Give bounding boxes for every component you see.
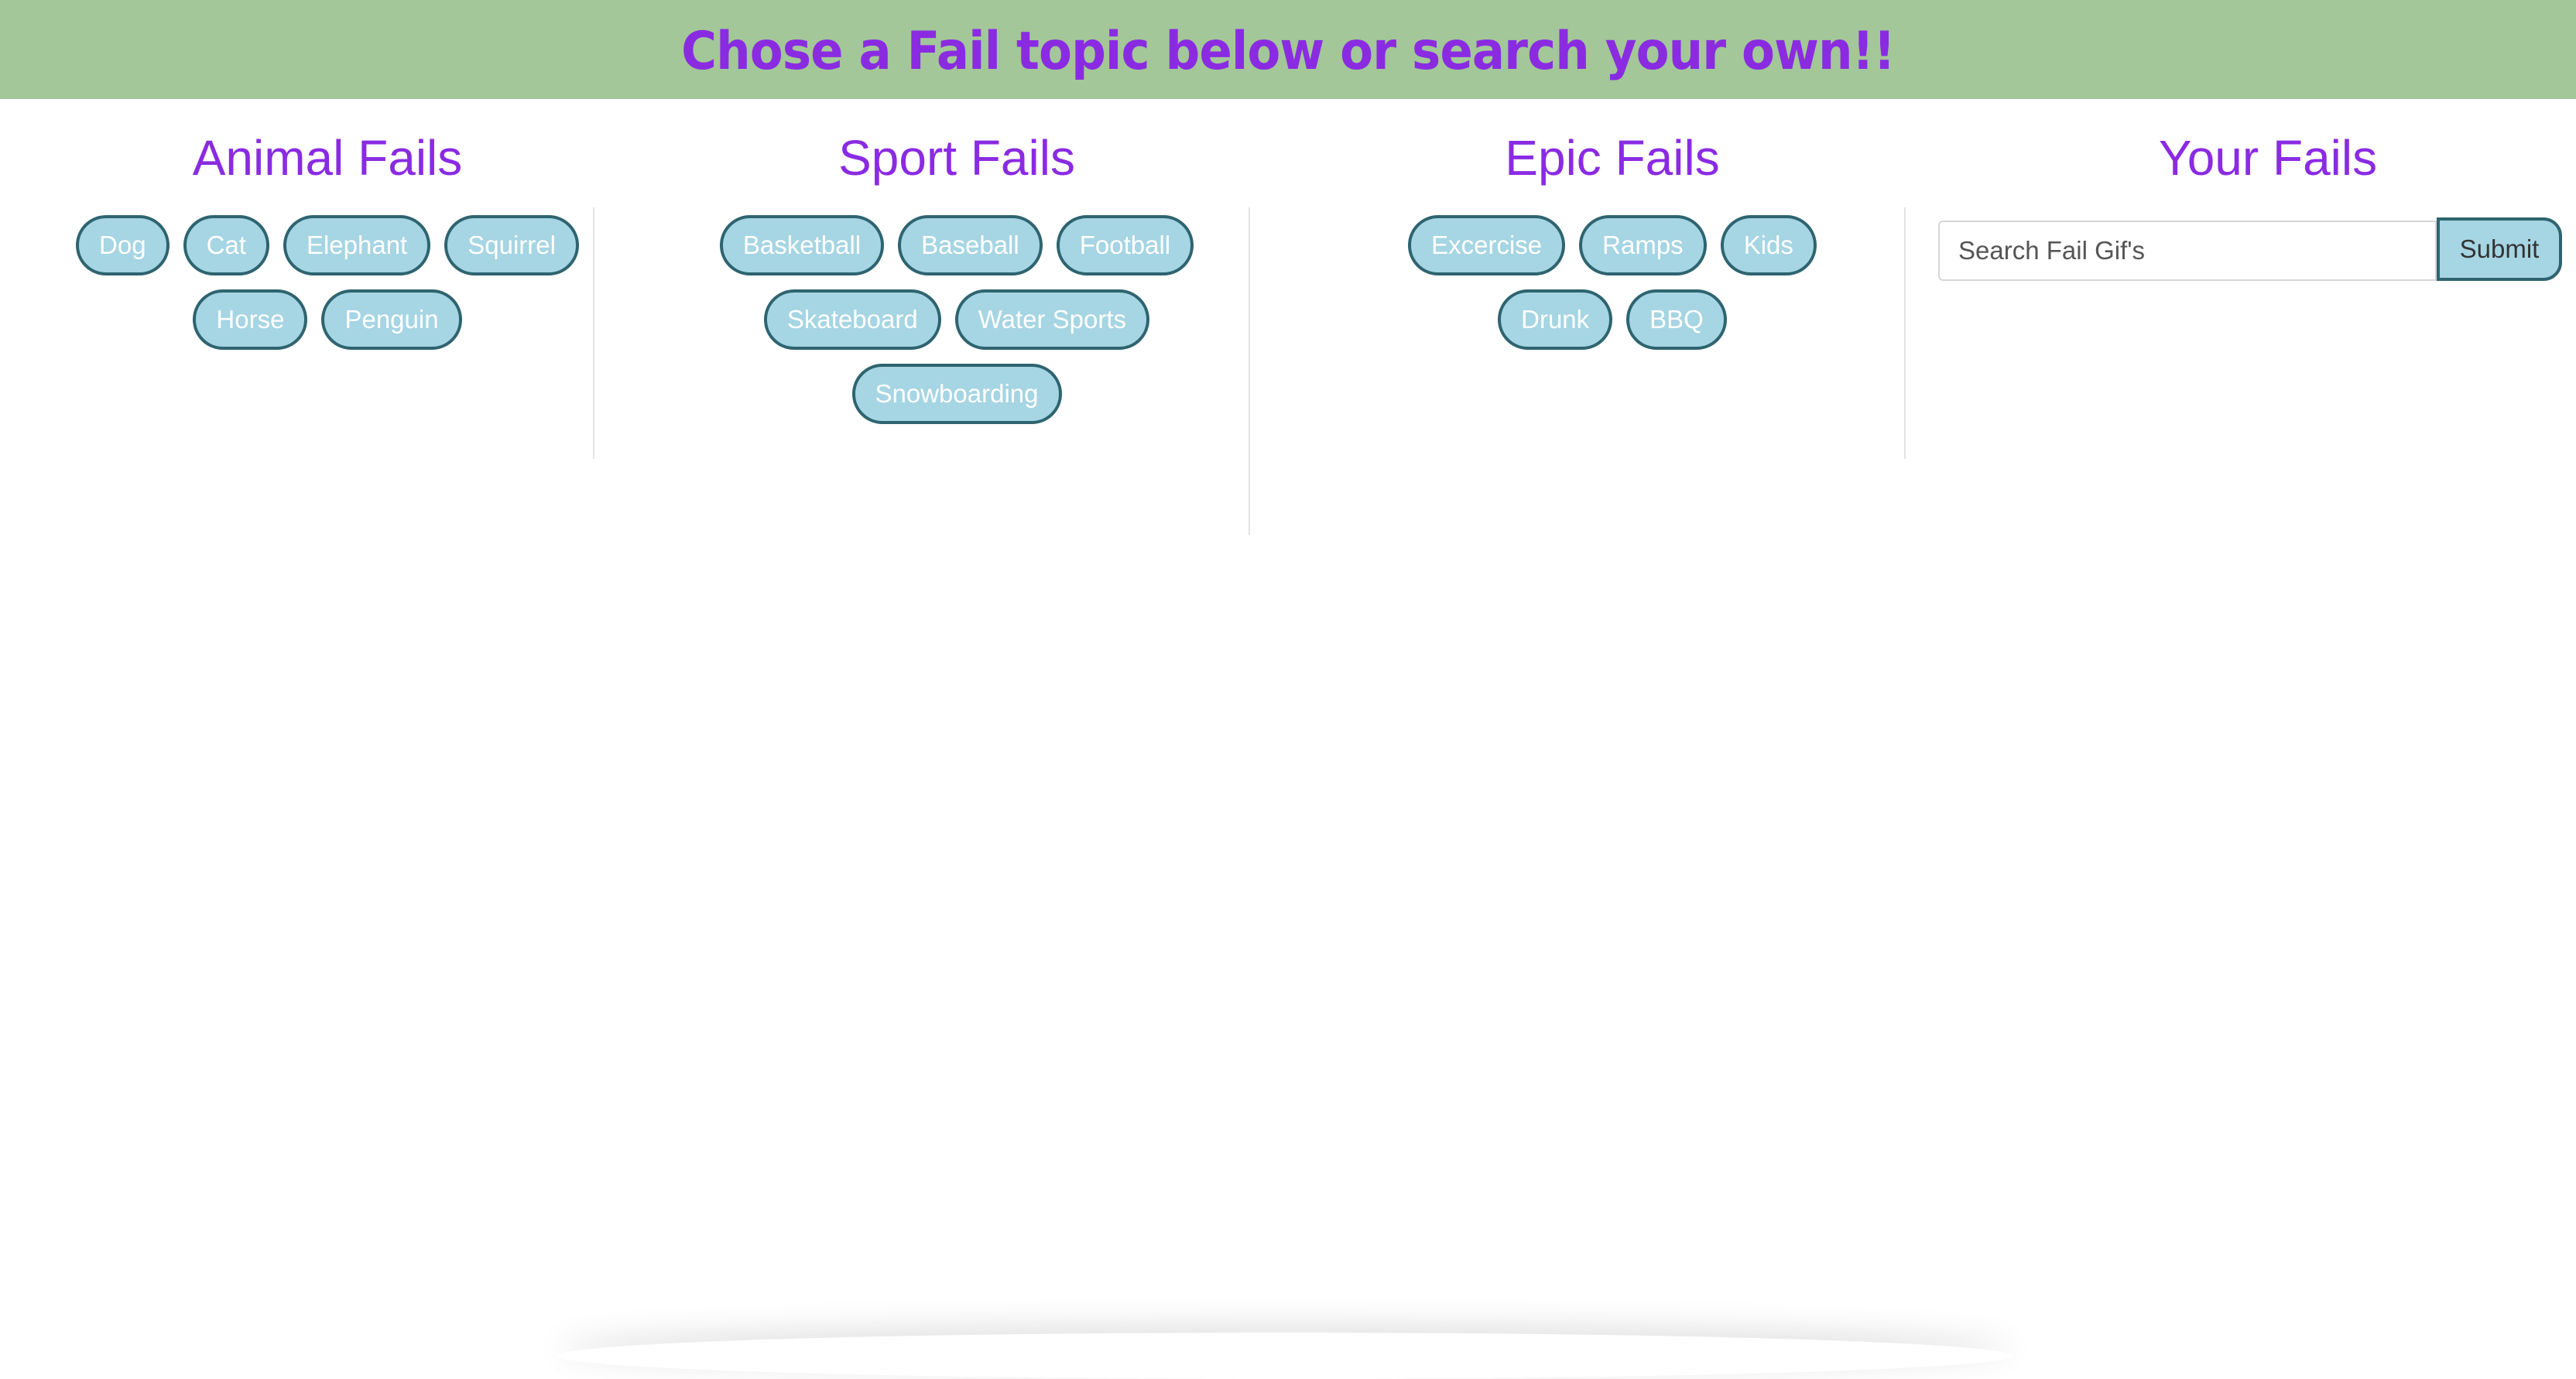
search-form: Submit [1938, 217, 2562, 282]
topic-columns: Animal Fails Dog Cat Elephant Squirrel H… [0, 99, 2576, 1260]
bottom-panel-shadow [557, 1333, 2012, 1379]
topic-button-horse[interactable]: Horse [193, 289, 308, 350]
topic-button-drunk[interactable]: Drunk [1498, 289, 1613, 350]
submit-button[interactable]: Submit [2437, 217, 2562, 281]
header-banner: Chose a Fail topic below or search your … [0, 0, 2576, 99]
topic-button-penguin[interactable]: Penguin [321, 289, 462, 350]
topic-button-kids[interactable]: Kids [1720, 215, 1817, 275]
topic-button-ramps[interactable]: Ramps [1579, 215, 1707, 275]
topic-button-bbq[interactable]: BBQ [1626, 289, 1727, 350]
topic-button-elephant[interactable]: Elephant [283, 215, 431, 275]
topic-button-excercise[interactable]: Excercise [1408, 215, 1566, 275]
column-divider [1904, 207, 1906, 459]
topic-button-snowboarding[interactable]: Snowboarding [851, 364, 1062, 424]
topic-button-football[interactable]: Football [1056, 215, 1194, 275]
topic-button-baseball[interactable]: Baseball [898, 215, 1043, 275]
search-input[interactable] [1938, 221, 2437, 281]
topic-button-cat[interactable]: Cat [183, 215, 269, 275]
column-heading: Animal Fails [192, 130, 463, 186]
topic-button-basketball[interactable]: Basketball [719, 215, 885, 275]
topic-button-squirrel[interactable]: Squirrel [444, 215, 579, 275]
topic-button-dog[interactable]: Dog [76, 215, 170, 275]
topic-button-water-sports[interactable]: Water Sports [954, 289, 1150, 350]
column-heading: Epic Fails [1505, 130, 1720, 186]
column-heading: Sport Fails [838, 130, 1075, 186]
animal-button-group: Dog Cat Elephant Squirrel Horse Penguin [46, 215, 608, 350]
column-divider [1249, 207, 1250, 535]
page-title: Chose a Fail topic below or search your … [681, 20, 1896, 82]
epic-button-group: Excercise Ramps Kids Drunk BBQ [1358, 215, 1866, 350]
sport-button-group: Basketball Baseball Football Skateboard … [691, 215, 1222, 424]
topic-button-skateboard[interactable]: Skateboard [763, 289, 941, 350]
column-heading: Your Fails [2158, 130, 2378, 186]
column-divider [593, 207, 594, 459]
